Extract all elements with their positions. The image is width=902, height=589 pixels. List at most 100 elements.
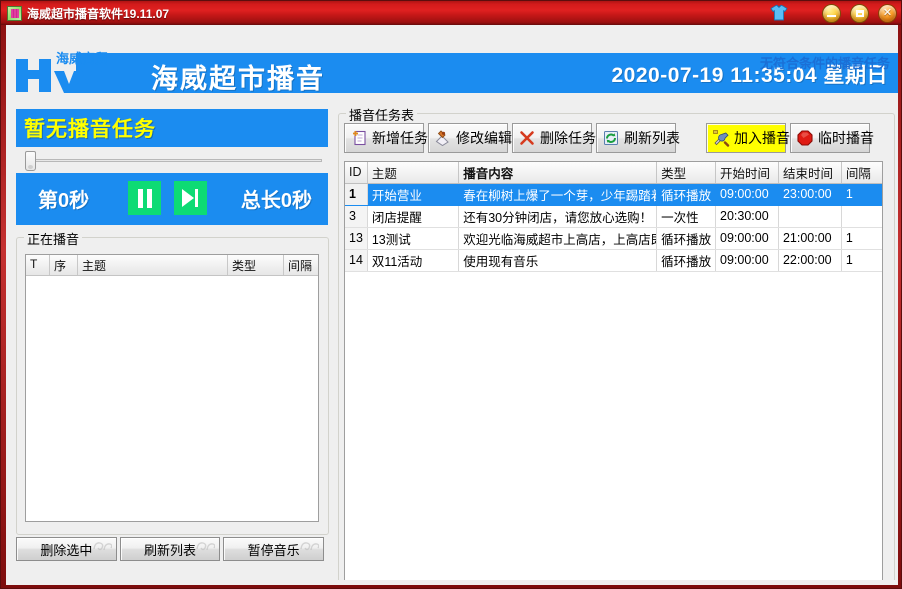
left-button-row: 删除选中 刷新列表 暂停音乐 xyxy=(16,537,327,561)
delete-task-button[interactable]: 删除任务 xyxy=(512,123,592,153)
cell-id: 13 xyxy=(345,227,367,249)
slider-thumb[interactable] xyxy=(25,151,36,171)
cell-type: 一次性 xyxy=(657,205,716,227)
banner-title: 海威超市播音 xyxy=(151,57,325,96)
cell-endtime: 22:00:00 xyxy=(778,249,841,271)
playing-col-type[interactable]: 类型 xyxy=(228,255,284,275)
delete-selected-button[interactable]: 删除选中 xyxy=(16,537,117,561)
cell-id: 3 xyxy=(345,205,367,227)
right-panel: 播音任务表 新增任务 xyxy=(336,105,896,578)
cell-content: 欢迎光临海威超市上高店，上高店即 xyxy=(459,227,657,249)
playing-col-interval[interactable]: 间隔 xyxy=(284,255,318,275)
progress-slider[interactable] xyxy=(16,149,328,173)
column-header-title[interactable]: 主题 xyxy=(367,162,458,183)
left-panel: 暂无播音任务 第0秒 总长0秒 正在播音 xyxy=(8,105,333,578)
pause-music-button[interactable]: 暂停音乐 xyxy=(223,537,324,561)
new-task-icon xyxy=(350,129,368,147)
column-header-starttime[interactable]: 开始时间 xyxy=(716,162,779,183)
playing-col-order[interactable]: 序 xyxy=(50,255,78,275)
stop-octagon-icon xyxy=(796,129,814,147)
table-row[interactable]: 3 闭店提醒 还有30分钟闭店，请您放心选购！ 一次性 20:30:00 xyxy=(345,205,882,227)
app-icon xyxy=(7,6,22,21)
maximize-button[interactable] xyxy=(850,4,869,23)
playing-listview-header: T 序 主题 类型 间隔 xyxy=(26,255,318,276)
slider-track xyxy=(30,159,322,162)
company-logo: 海威商贸 xyxy=(14,41,149,96)
shirt-icon[interactable] xyxy=(770,4,788,22)
add-broadcast-label: 加入播音 xyxy=(734,128,796,148)
minimize-button[interactable] xyxy=(822,4,841,23)
cell-starttime: 09:00:00 xyxy=(716,227,779,249)
cell-title: 闭店提醒 xyxy=(367,205,458,227)
cell-endtime xyxy=(778,205,841,227)
column-header-content[interactable]: 播音内容 xyxy=(459,162,657,183)
refresh-list-label: 刷新列表 xyxy=(144,540,196,559)
table-row[interactable]: 14 双11活动 使用现有音乐 循环播放 09:00:00 22:00:00 1 xyxy=(345,249,882,271)
header: 海威超市播音 2020-07-19 11:35:04 星期日 海 xyxy=(6,25,898,105)
player-next-button[interactable] xyxy=(174,181,207,215)
tasks-groupbox-label: 播音任务表 xyxy=(346,105,417,124)
cell-title: 13测试 xyxy=(367,227,458,249)
task-table-container[interactable]: ID 主题 播音内容 类型 开始时间 结束时间 间隔 1 开始营业 xyxy=(344,161,883,580)
cell-starttime: 09:00:00 xyxy=(716,249,779,271)
table-row[interactable]: 13 13测试 欢迎光临海威超市上高店，上高店即 循环播放 09:00:00 2… xyxy=(345,227,882,249)
close-icon: ✕ xyxy=(879,5,896,22)
cell-content: 春在柳树上爆了一个芽，少年踢踏着 xyxy=(459,183,657,205)
next-track-icon xyxy=(182,189,199,207)
task-table: ID 主题 播音内容 类型 开始时间 结束时间 间隔 1 开始营业 xyxy=(345,162,882,272)
cell-interval: 1 xyxy=(841,183,882,205)
temp-broadcast-label: 临时播音 xyxy=(818,128,880,148)
cell-starttime: 20:30:00 xyxy=(716,205,779,227)
cell-interval: 1 xyxy=(841,249,882,271)
cell-id: 1 xyxy=(345,183,367,205)
refresh-list-button[interactable]: 刷新列表 xyxy=(120,537,221,561)
cell-title: 开始营业 xyxy=(367,183,458,205)
playing-listview[interactable]: T 序 主题 类型 间隔 xyxy=(25,254,319,522)
cell-type: 循环播放 xyxy=(657,183,716,205)
new-task-label: 新增任务 xyxy=(372,128,434,148)
tools-icon xyxy=(712,129,730,147)
edit-icon xyxy=(434,129,452,147)
column-header-endtime[interactable]: 结束时间 xyxy=(778,162,841,183)
current-task-banner: 暂无播音任务 xyxy=(16,109,328,147)
table-row[interactable]: 1 开始营业 春在柳树上爆了一个芽，少年踢踏着 循环播放 09:00:00 23… xyxy=(345,183,882,205)
player-bar: 第0秒 总长0秒 xyxy=(16,173,328,225)
pause-music-label: 暂停音乐 xyxy=(248,540,300,559)
cell-endtime: 23:00:00 xyxy=(778,183,841,205)
header-status-note: 无符合条件的播音任务 xyxy=(760,53,890,72)
refresh-icon xyxy=(602,129,620,147)
svg-text:海威商贸: 海威商贸 xyxy=(56,51,108,66)
application-window: 海威超市播音软件19.11.07 ✕ 海威超市播音 2020-07-19 11:… xyxy=(0,0,902,589)
cell-content: 还有30分钟闭店，请您放心选购！ xyxy=(459,205,657,227)
playing-col-title[interactable]: 主题 xyxy=(78,255,228,275)
player-total-time: 总长0秒 xyxy=(241,184,312,213)
pause-icon xyxy=(137,189,153,208)
add-broadcast-button[interactable]: 加入播音 xyxy=(706,123,786,153)
playing-col-t[interactable]: T xyxy=(26,255,50,275)
player-pause-button[interactable] xyxy=(128,181,161,215)
column-header-type[interactable]: 类型 xyxy=(657,162,716,183)
window-title: 海威超市播音软件19.11.07 xyxy=(27,5,169,22)
playing-groupbox: 正在播音 T 序 主题 类型 间隔 xyxy=(16,237,329,535)
edit-task-button[interactable]: 修改编辑 xyxy=(428,123,508,153)
cell-type: 循环播放 xyxy=(657,227,716,249)
new-task-button[interactable]: 新增任务 xyxy=(344,123,424,153)
cell-id: 14 xyxy=(345,249,367,271)
cell-interval xyxy=(841,205,882,227)
cell-type: 循环播放 xyxy=(657,249,716,271)
column-header-id[interactable]: ID xyxy=(345,162,367,183)
refresh-table-label: 刷新列表 xyxy=(624,128,686,148)
cell-interval: 1 xyxy=(841,227,882,249)
playing-groupbox-label: 正在播音 xyxy=(24,229,82,248)
refresh-table-button[interactable]: 刷新列表 xyxy=(596,123,676,153)
cell-endtime: 21:00:00 xyxy=(778,227,841,249)
player-current-time: 第0秒 xyxy=(38,184,89,213)
close-button[interactable]: ✕ xyxy=(878,4,897,23)
column-header-interval[interactable]: 间隔 xyxy=(841,162,882,183)
swirl-decoration-icon xyxy=(92,539,112,553)
edit-task-label: 修改编辑 xyxy=(456,128,518,148)
task-table-header-row: ID 主题 播音内容 类型 开始时间 结束时间 间隔 xyxy=(345,162,882,183)
temp-broadcast-button[interactable]: 临时播音 xyxy=(790,123,870,153)
delete-task-label: 删除任务 xyxy=(540,128,602,148)
cell-title: 双11活动 xyxy=(367,249,458,271)
